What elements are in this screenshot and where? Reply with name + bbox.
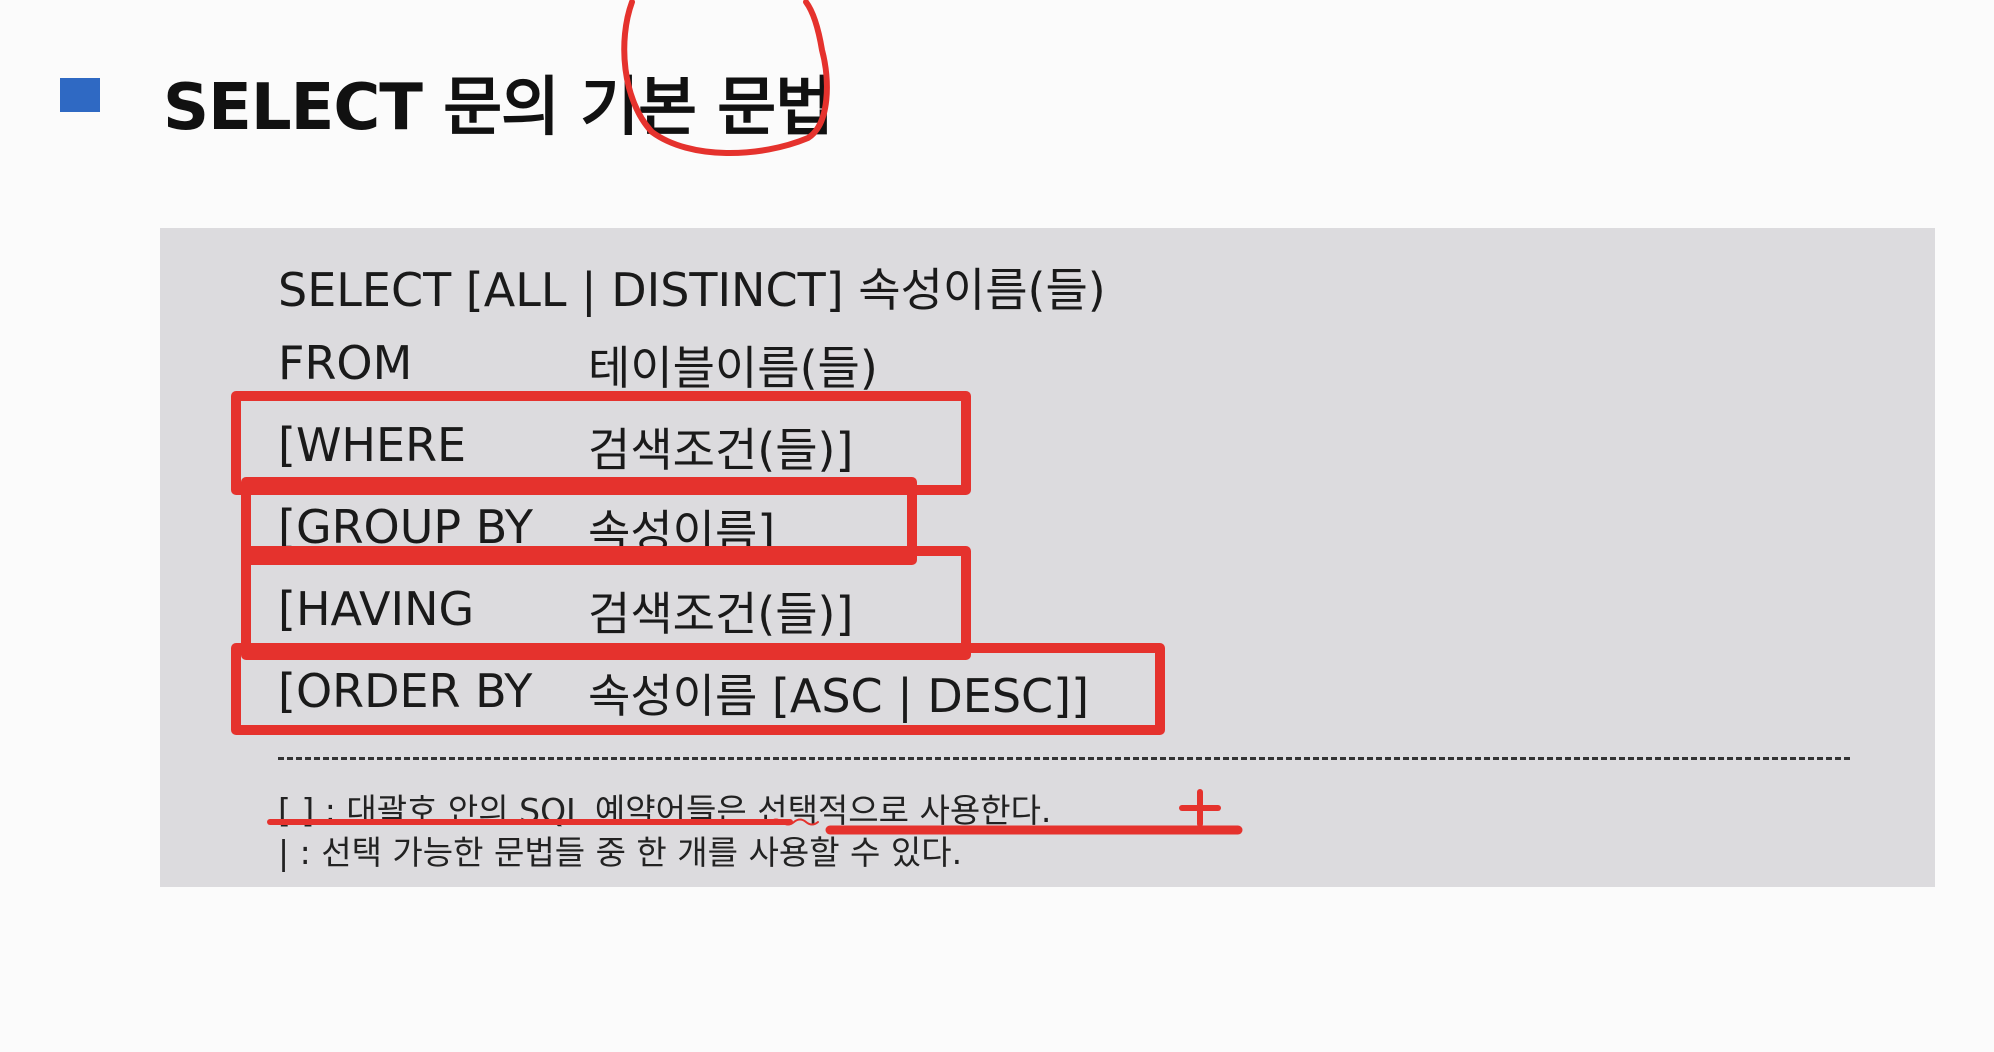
- having-keyword: [HAVING: [278, 582, 475, 636]
- where-keyword: [WHERE: [278, 418, 467, 472]
- having-argument: 검색조건(들)]: [588, 587, 854, 641]
- where-argument: 검색조건(들)]: [588, 423, 854, 477]
- order-by-argument: 속성이름 [ASC | DESC]]: [588, 669, 1090, 723]
- square-bullet-icon: [60, 78, 100, 112]
- select-clause: SELECT [ALL | DISTINCT] 속성이름(들): [278, 263, 1106, 317]
- from-argument: 테이블이름(들): [588, 341, 878, 395]
- slide-title: SELECT 문의 기본 문법: [163, 71, 834, 145]
- group-by-keyword: [GROUP BY: [278, 500, 533, 554]
- order-by-keyword: [ORDER BY: [278, 664, 533, 718]
- note-brackets: [ ] : 대괄호 안의 SQL 예약어들은 선택적으로 사용한다.: [278, 791, 1052, 830]
- dashed-divider: [278, 757, 1850, 760]
- from-keyword: FROM: [278, 336, 413, 390]
- group-by-argument: 속성이름]: [588, 505, 776, 559]
- note-pipe: | : 선택 가능한 문법들 중 한 개를 사용할 수 있다.: [278, 833, 963, 872]
- slide: SELECT 문의 기본 문법 SELECT [ALL | DISTINCT] …: [0, 0, 1994, 1052]
